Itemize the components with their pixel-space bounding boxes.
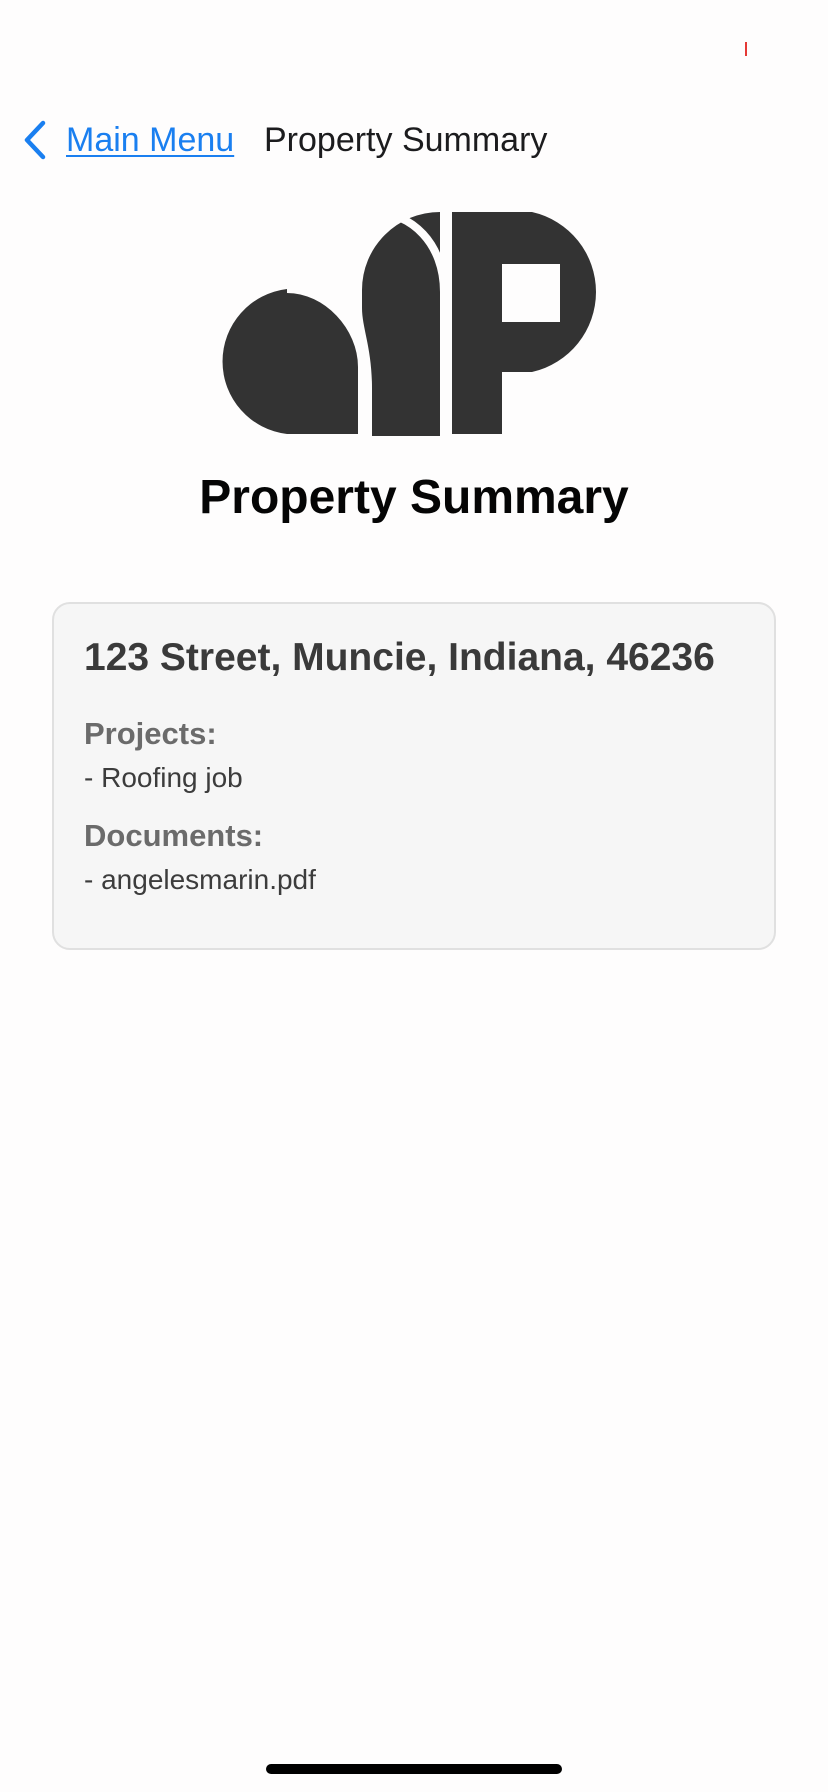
project-item[interactable]: - Roofing job bbox=[84, 762, 744, 794]
projects-heading: Projects: bbox=[84, 716, 217, 751]
home-indicator[interactable] bbox=[266, 1764, 562, 1774]
status-indicator bbox=[745, 42, 747, 56]
property-summary-screen: Main Menu Property Summary Property Summ… bbox=[0, 0, 828, 1792]
chevron-left-icon bbox=[22, 120, 56, 160]
property-address: 123 Street, Muncie, Indiana, 46236 bbox=[84, 636, 715, 679]
property-card: 123 Street, Muncie, Indiana, 46236 Proje… bbox=[52, 602, 776, 950]
document-item[interactable]: - angelesmarin.pdf bbox=[84, 864, 744, 896]
back-button-label[interactable]: Main Menu bbox=[66, 121, 234, 160]
nav-title: Property Summary bbox=[264, 120, 548, 159]
back-button[interactable]: Main Menu bbox=[22, 110, 234, 170]
documents-heading: Documents: bbox=[84, 818, 264, 853]
navigation-bar: Main Menu Property Summary bbox=[0, 110, 828, 170]
company-logo bbox=[212, 208, 616, 450]
page-title: Property Summary bbox=[199, 471, 629, 524]
